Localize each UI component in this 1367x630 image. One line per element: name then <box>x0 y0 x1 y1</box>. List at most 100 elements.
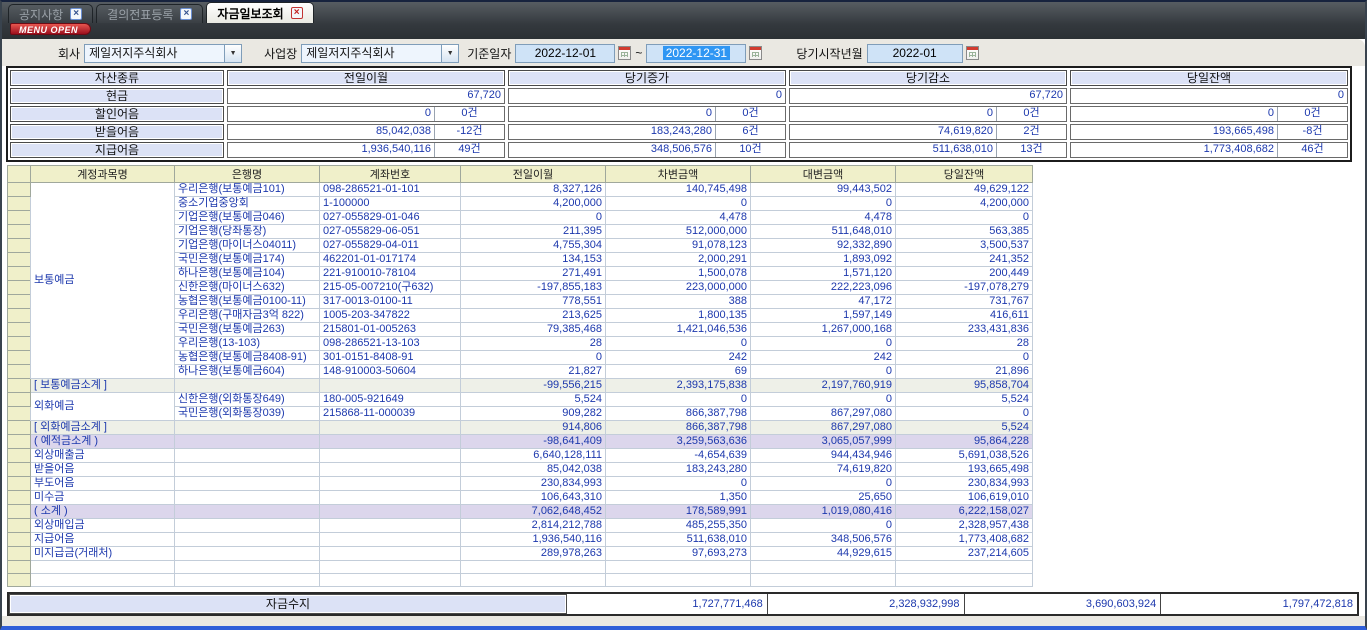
row-selector[interactable] <box>8 197 31 211</box>
bank-cell: 농협은행(보통예금8408-91) <box>175 351 320 365</box>
prev-balance-cell: 0 <box>461 211 606 225</box>
tab-strip: 공지사항 × 결의전표등록 × 자금일보조회 × MENU OPEN <box>2 2 1365 39</box>
calendar-icon[interactable] <box>966 46 979 60</box>
row-selector[interactable] <box>8 211 31 225</box>
chevron-down-icon[interactable]: ▼ <box>441 45 458 62</box>
row-selector[interactable] <box>8 561 31 574</box>
tab-voucher-entry[interactable]: 결의전표등록 × <box>96 4 203 23</box>
menu-open-button[interactable]: MENU OPEN <box>10 23 91 35</box>
prev-balance-cell: 106,643,310 <box>461 491 606 505</box>
summary-amount: 0 <box>509 89 785 103</box>
debit-cell: 223,000,000 <box>606 281 751 295</box>
row-selector[interactable] <box>8 323 31 337</box>
row-selector[interactable] <box>8 365 31 379</box>
today-balance-cell: 237,214,605 <box>896 547 1033 561</box>
filter-bar: 회사 제일저지주식회사 ▼ 사업장 제일저지주식회사 ▼ 기준일자 2022-1… <box>2 42 1365 64</box>
summary-group: 1,773,408,68246건 <box>1070 142 1348 158</box>
row-selector[interactable] <box>8 225 31 239</box>
bank-cell: 신한은행(마이너스632) <box>175 281 320 295</box>
calendar-icon[interactable] <box>618 46 631 60</box>
row-selector[interactable] <box>8 351 31 365</box>
content-panel: 회사 제일저지주식회사 ▼ 사업장 제일저지주식회사 ▼ 기준일자 2022-1… <box>2 39 1365 626</box>
row-selector[interactable] <box>8 491 31 505</box>
total-credit: 3,690,603,924 <box>964 594 1161 614</box>
bank-cell <box>175 449 320 463</box>
summary-amount: 67,720 <box>228 89 504 103</box>
row-selector[interactable] <box>8 533 31 547</box>
row-selector[interactable] <box>8 477 31 491</box>
bank-cell: 하나은행(보통예금104) <box>175 267 320 281</box>
close-icon[interactable]: × <box>70 8 82 20</box>
bank-cell <box>175 533 320 547</box>
summary-group: 0 <box>508 88 786 104</box>
row-selector[interactable] <box>8 449 31 463</box>
summary-group: 00건 <box>227 106 505 122</box>
prev-balance-cell: 7,062,648,452 <box>461 505 606 519</box>
debit-cell: 0 <box>606 477 751 491</box>
debit-cell: 1,350 <box>606 491 751 505</box>
credit-cell: 2,197,760,919 <box>751 379 896 393</box>
bank-cell <box>175 421 320 435</box>
summary-col-header: 당일잔액 <box>1070 70 1348 86</box>
debit-cell <box>606 574 751 587</box>
credit-cell: 1,597,149 <box>751 309 896 323</box>
tab-notice[interactable]: 공지사항 × <box>8 4 93 23</box>
row-selector[interactable] <box>8 379 31 393</box>
summary-amount: 348,506,576 <box>509 143 715 157</box>
account-number-cell: 098-286521-13-103 <box>320 337 461 351</box>
summary-group: 67,720 <box>227 88 505 104</box>
today-balance-cell: 193,665,498 <box>896 463 1033 477</box>
row-selector[interactable] <box>8 519 31 533</box>
row-selector[interactable] <box>8 393 31 407</box>
account-number-cell <box>320 379 461 393</box>
account-number-cell: 098-286521-01-101 <box>320 183 461 197</box>
site-select[interactable]: 제일저지주식회사 ▼ <box>301 44 459 63</box>
tab-cash-daily-report[interactable]: 자금일보조회 × <box>206 2 313 23</box>
row-selector[interactable] <box>8 267 31 281</box>
row-selector[interactable] <box>8 505 31 519</box>
period-start-input[interactable]: 2022-01 <box>867 44 963 63</box>
summary-count: -12건 <box>434 125 504 139</box>
base-date-label: 기준일자 <box>467 45 511 62</box>
close-icon[interactable]: × <box>180 8 192 20</box>
today-balance-cell: 2,328,957,438 <box>896 519 1033 533</box>
row-selector[interactable] <box>8 281 31 295</box>
close-icon[interactable]: × <box>291 7 303 19</box>
date-from-input[interactable]: 2022-12-01 <box>515 44 615 63</box>
row-selector[interactable] <box>8 407 31 421</box>
summary-amount: 0 <box>1071 89 1347 103</box>
tab-label: 공지사항 <box>19 6 63 23</box>
account-number-cell: 317-0013-0100-11 <box>320 295 461 309</box>
summary-group: 193,665,498-8건 <box>1070 124 1348 140</box>
date-to-input[interactable]: 2022-12-31 <box>646 44 746 63</box>
row-selector[interactable] <box>8 239 31 253</box>
row-selector[interactable] <box>8 547 31 561</box>
today-balance-cell: 200,449 <box>896 267 1033 281</box>
row-selector[interactable] <box>8 337 31 351</box>
row-selector[interactable] <box>8 421 31 435</box>
row-selector[interactable] <box>8 253 31 267</box>
summary-col-header: 당기감소 <box>789 70 1067 86</box>
prev-balance-cell: 778,551 <box>461 295 606 309</box>
account-number-cell: 148-910003-50604 <box>320 365 461 379</box>
calendar-icon[interactable] <box>749 46 762 60</box>
prev-balance-cell: 28 <box>461 337 606 351</box>
period-start-label: 당기시작년월 <box>796 45 862 62</box>
today-balance-cell: 4,200,000 <box>896 197 1033 211</box>
chevron-down-icon[interactable]: ▼ <box>224 45 241 62</box>
today-balance-cell: 230,834,993 <box>896 477 1033 491</box>
row-selector[interactable] <box>8 435 31 449</box>
account-cell: ( 소계 ) <box>31 505 175 519</box>
row-selector[interactable] <box>8 309 31 323</box>
prev-balance-cell: 6,640,128,111 <box>461 449 606 463</box>
summary-col-header: 전일이월 <box>227 70 505 86</box>
prev-balance-cell: -99,556,215 <box>461 379 606 393</box>
row-selector[interactable] <box>8 463 31 477</box>
company-select[interactable]: 제일저지주식회사 ▼ <box>84 44 242 63</box>
row-selector[interactable] <box>8 183 31 197</box>
prev-balance-cell <box>461 574 606 587</box>
prev-balance-cell: 79,385,468 <box>461 323 606 337</box>
row-selector[interactable] <box>8 295 31 309</box>
today-balance-cell: 5,524 <box>896 421 1033 435</box>
row-selector[interactable] <box>8 574 31 587</box>
